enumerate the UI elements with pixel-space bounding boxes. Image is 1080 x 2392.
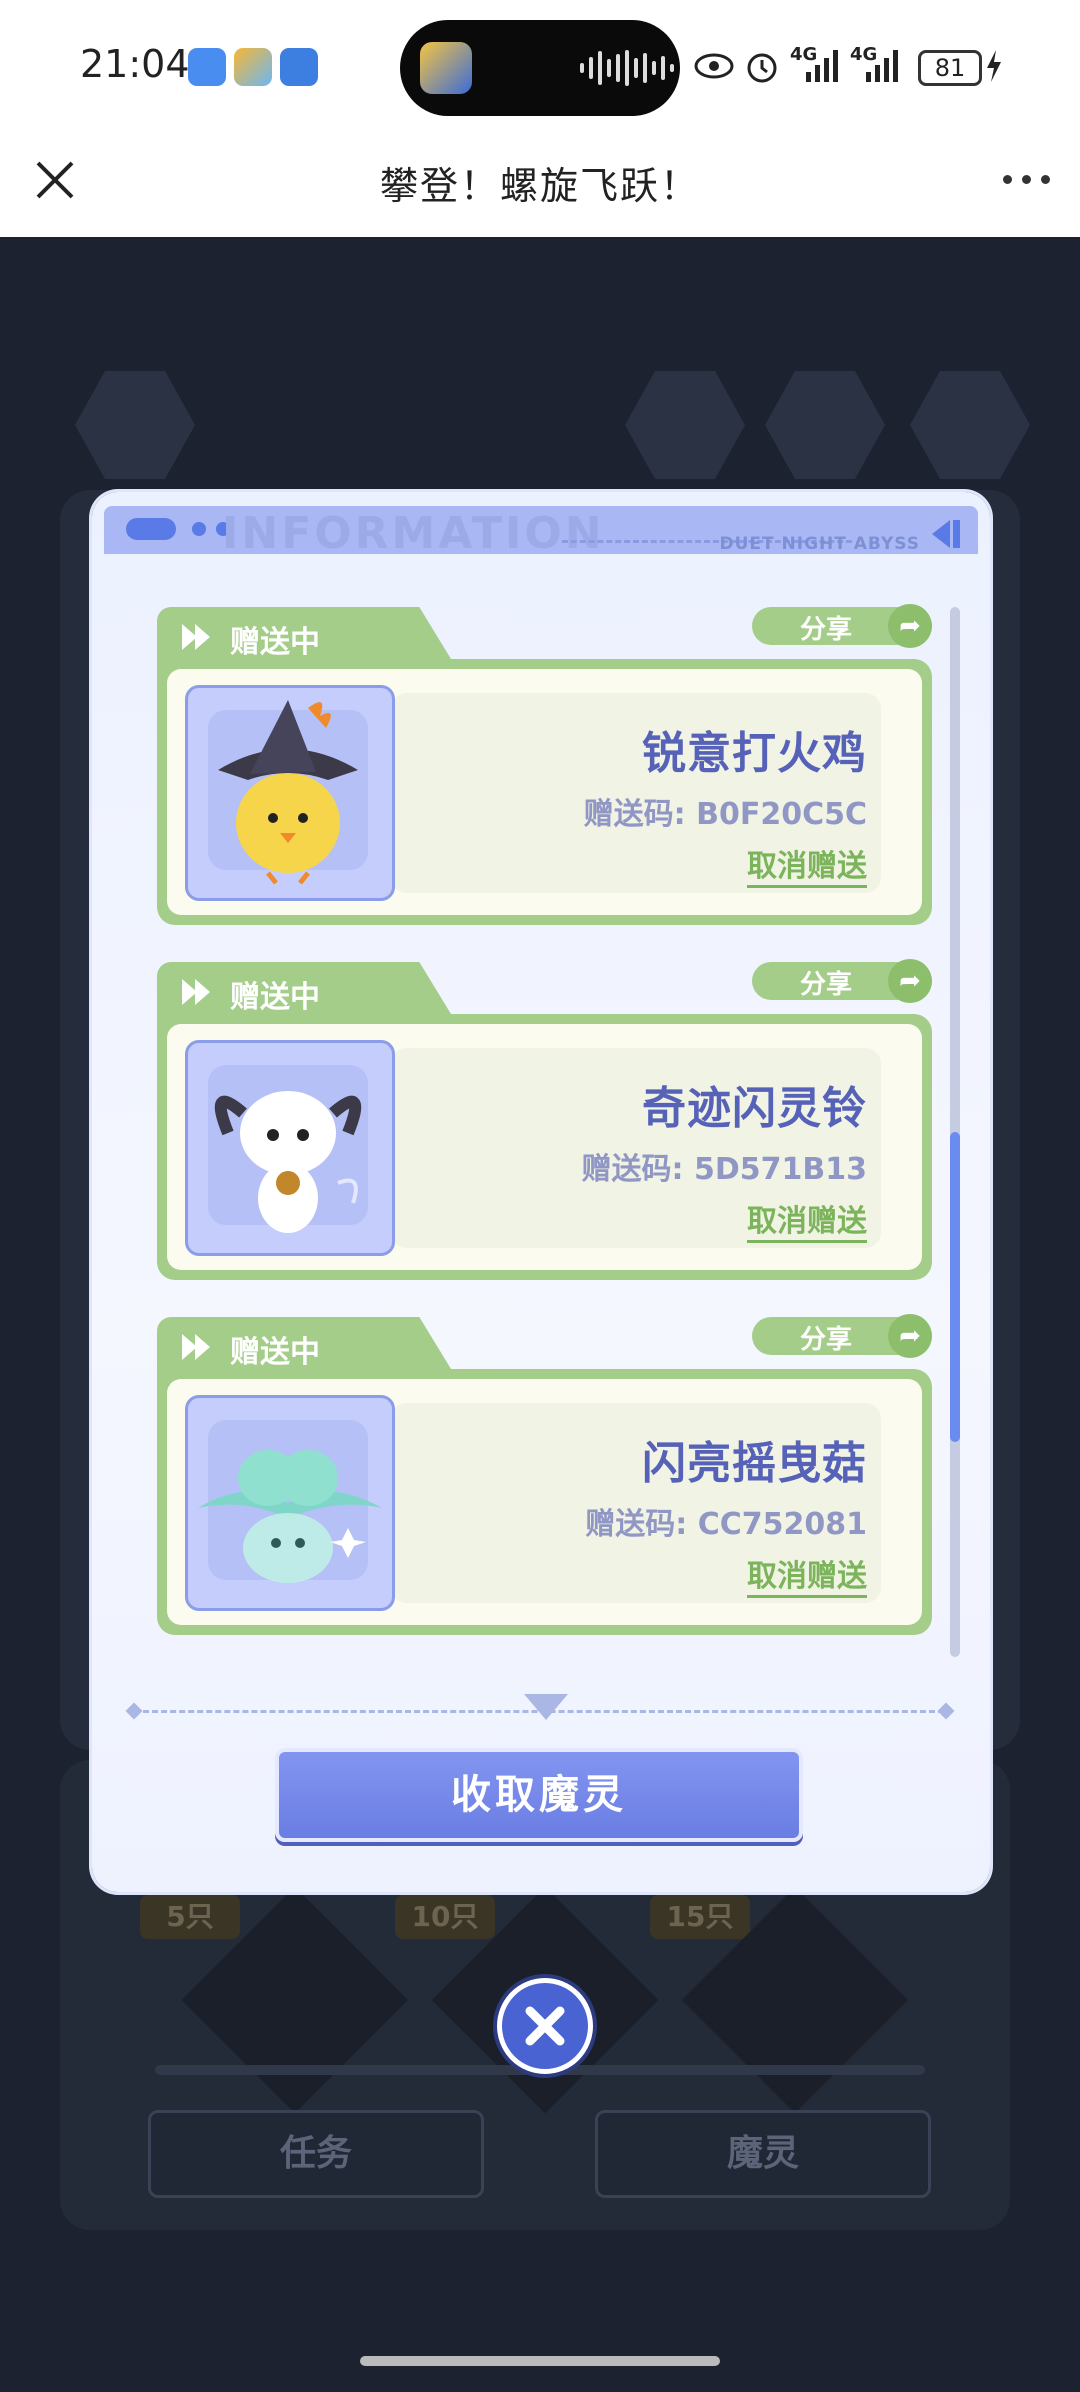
collapse-icon	[932, 520, 950, 548]
status-bar: 21:04 4G 4G 81	[0, 0, 1080, 135]
alarm-icon	[747, 53, 777, 83]
charging-icon	[987, 50, 1001, 82]
fast-forward-icon	[182, 1334, 210, 1360]
close-modal-button[interactable]	[497, 1978, 593, 2074]
signal-1-icon	[806, 50, 838, 82]
chevron-down-icon	[524, 1694, 568, 1720]
gift-card: 赠送中 分享 ➦ 闪亮摇曳菇 赠送码: CC752081 取消赠送	[157, 1314, 932, 1635]
signal-2-icon	[866, 50, 898, 82]
battery-indicator: 81	[918, 50, 982, 86]
collapse-bar	[953, 520, 960, 548]
reward-tag: 10只	[395, 1895, 495, 1939]
share-button[interactable]: 分享 ➦	[752, 959, 932, 1003]
share-arrow-icon: ➦	[888, 1314, 932, 1358]
band-dot	[192, 522, 206, 536]
share-arrow-icon: ➦	[888, 604, 932, 648]
collect-spirits-button[interactable]: 收取魔灵	[275, 1748, 803, 1842]
share-label: 分享	[800, 970, 853, 1000]
gift-card-inner: 锐意打火鸡 赠送码: B0F20C5C 取消赠送	[167, 669, 922, 915]
fast-forward-icon	[182, 624, 210, 650]
home-icon	[75, 371, 195, 479]
gift-code: 赠送码: 5D571B13	[581, 1152, 867, 1187]
mushroom-spirit-image	[198, 1450, 382, 1583]
fast-forward-icon	[182, 979, 210, 1005]
audio-wave-icon	[580, 50, 674, 86]
help-icon	[625, 371, 745, 479]
share-arrow-icon: ➦	[888, 959, 932, 1003]
gift-status: 赠送中	[230, 980, 320, 1015]
divider-end	[937, 1702, 955, 1720]
app-header: 攀登！螺旋飞跃！	[0, 135, 1080, 237]
gift-card-inner: 闪亮摇曳菇 赠送码: CC752081 取消赠送	[167, 1379, 922, 1625]
gift-card-body: 闪亮摇曳菇 赠送码: CC752081 取消赠送	[157, 1369, 932, 1635]
message-notification-icon	[188, 48, 226, 86]
app-notification-icon	[280, 48, 318, 86]
band-brand-label: DUET NIGHT ABYSS	[719, 534, 920, 554]
cancel-gift-link[interactable]: 取消赠送	[747, 841, 867, 888]
spirit-name: 奇迹闪灵铃	[642, 1083, 867, 1134]
gift-status: 赠送中	[230, 1335, 320, 1370]
band-pill-decoration	[126, 518, 176, 540]
fire-chick-image	[218, 700, 358, 885]
share-button[interactable]: 分享 ➦	[752, 1314, 932, 1358]
share-icon	[910, 371, 1030, 479]
gift-code: 赠送码: CC752081	[585, 1507, 867, 1542]
close-icon	[525, 2006, 565, 2046]
music-icon	[765, 371, 885, 479]
cancel-gift-link[interactable]: 取消赠送	[747, 1551, 867, 1598]
cancel-gift-link[interactable]: 取消赠送	[747, 1196, 867, 1243]
gift-code: 赠送码: B0F20C5C	[583, 797, 867, 832]
spirit-name: 锐意打火鸡	[642, 728, 867, 779]
share-label: 分享	[800, 1325, 853, 1355]
page-title: 攀登！螺旋飞跃！	[379, 164, 700, 208]
home-indicator[interactable]	[360, 2356, 720, 2366]
weather-notification-icon	[234, 48, 272, 86]
spirit-thumbnail	[185, 1395, 395, 1611]
spirit-thumbnail	[185, 1040, 395, 1256]
divider-end	[125, 1702, 143, 1720]
gift-card-inner: 奇迹闪灵铃 赠送码: 5D571B13 取消赠送	[167, 1024, 922, 1270]
task-tab: 任务	[148, 2110, 484, 2198]
eye-icon	[694, 53, 734, 79]
gift-list-modal: INFORMATION DUET NIGHT ABYSS 赠送中 分享 ➦ 锐意…	[92, 492, 990, 1892]
share-label: 分享	[800, 615, 853, 645]
spirit-thumbnail	[185, 685, 395, 901]
spirit-name: 闪亮摇曳菇	[642, 1438, 867, 1489]
gift-card: 赠送中 分享 ➦	[157, 604, 932, 925]
gift-status: 赠送中	[230, 625, 320, 660]
gift-card: 赠送中 分享 ➦	[157, 959, 932, 1280]
reward-tag: 5只	[140, 1895, 240, 1939]
bell-goat-image	[214, 1091, 362, 1233]
game-app-icon	[420, 42, 472, 94]
share-button[interactable]: 分享 ➦	[752, 604, 932, 648]
spirit-tab: 魔灵	[595, 2110, 931, 2198]
band-ghost-text: INFORMATION	[222, 508, 605, 559]
scrollbar-thumb[interactable]	[950, 1132, 960, 1442]
reward-tag: 15只	[650, 1895, 750, 1939]
gift-card-body: 锐意打火鸡 赠送码: B0F20C5C 取消赠送	[157, 659, 932, 925]
more-options-icon[interactable]	[1003, 175, 1050, 184]
gift-card-body: 奇迹闪灵铃 赠送码: 5D571B13 取消赠送	[157, 1014, 932, 1280]
status-time: 21:04	[80, 42, 190, 86]
